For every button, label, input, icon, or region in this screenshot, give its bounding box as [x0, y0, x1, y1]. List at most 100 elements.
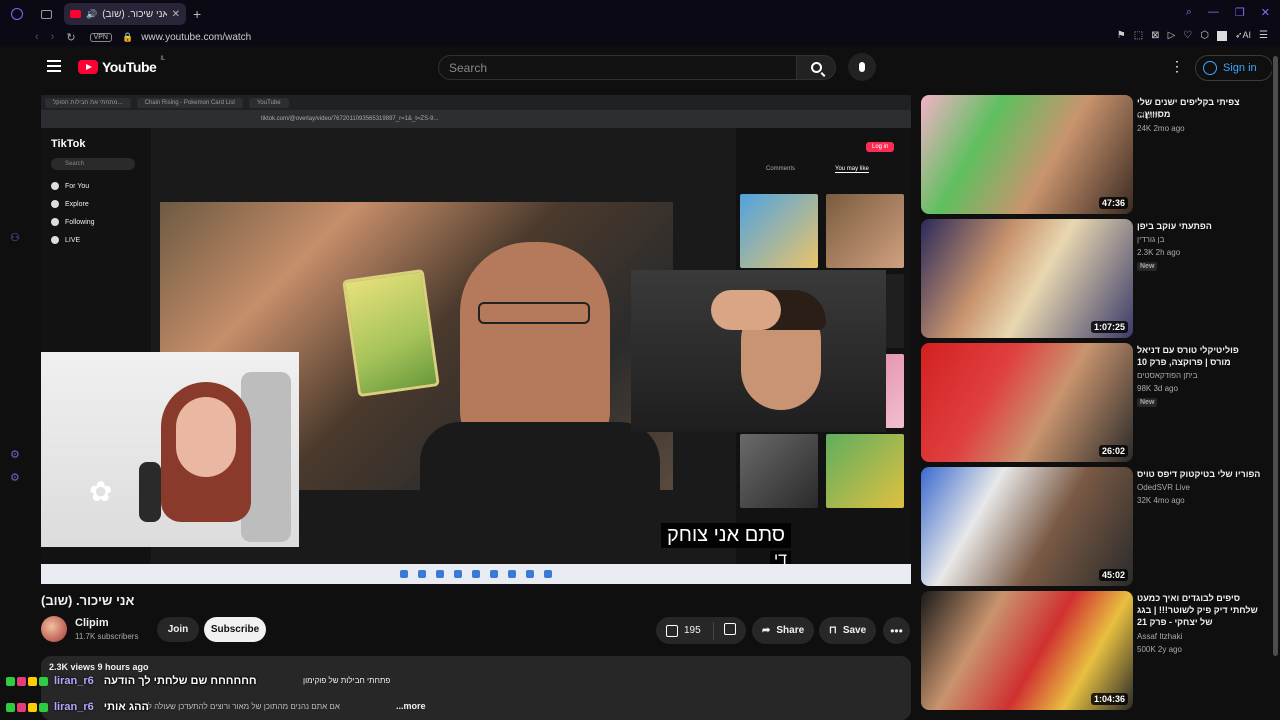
recommended-stats: 2.3K 2h ago: [1137, 248, 1181, 257]
sidebar-gear-icon[interactable]: ⚙: [10, 448, 22, 461]
badge-icon: [6, 676, 15, 686]
channel-name[interactable]: Clipim: [75, 617, 109, 629]
tiktok-nav-label: Following: [65, 218, 95, 226]
video-thumbnail[interactable]: 1:07:25: [921, 219, 1133, 338]
extension-icons: ⚑ ⬚ ⊠ ▷ ♡ ⬡ ➶AI ☰: [1117, 30, 1268, 41]
vpn-badge[interactable]: VPN: [89, 32, 112, 42]
save-button[interactable]: ⊓ Save: [819, 617, 877, 644]
badge-icon: [17, 676, 26, 686]
url-field[interactable]: www.youtube.com/watch: [141, 32, 251, 43]
recommended-channel[interactable]: Assaf Itzhaki: [1137, 632, 1182, 641]
recommended-stats: 500K 2y ago: [1137, 645, 1182, 654]
recommended-channel[interactable]: OdedSVR Live: [1137, 483, 1190, 492]
chat-username: liran_r6: [54, 701, 94, 713]
chat-text: חחחחחח שם שלחתי לך הודעה: [103, 675, 257, 687]
recommended-video[interactable]: 1:04:36 סיפים לבוגדים ואיך כמעט שלחתי די…: [921, 591, 1261, 711]
channel-avatar[interactable]: [41, 616, 67, 642]
recommended-title[interactable]: הפתעתי עוקב ביפן: [1137, 220, 1261, 232]
hamburger-menu-icon[interactable]: [47, 60, 61, 72]
maximize-icon[interactable]: ❐: [1235, 6, 1245, 19]
sidebar-robot-icon[interactable]: ⚇: [10, 231, 22, 244]
inner-tab: Chain Rising - Pokemon Card List: [136, 97, 243, 108]
subscribe-button[interactable]: Subscribe: [204, 617, 266, 642]
more-actions-button[interactable]: •••: [883, 617, 910, 644]
recommended-stats: 98K 3d ago: [1137, 384, 1178, 393]
description-more-link[interactable]: ...more: [396, 701, 426, 711]
taskbar-icon: [418, 570, 426, 578]
browser-logo-icon[interactable]: [11, 8, 23, 20]
tab-list-icon[interactable]: [41, 9, 52, 19]
sidebar-settings-icon[interactable]: ⚙: [10, 471, 22, 484]
search-button[interactable]: [796, 55, 836, 80]
new-tab-button[interactable]: +: [193, 6, 201, 22]
profile-box-icon[interactable]: [1216, 30, 1227, 41]
screenshot-icon[interactable]: ⬚: [1134, 30, 1143, 41]
join-button[interactable]: Join: [157, 617, 199, 642]
lock-icon[interactable]: 🔒: [122, 32, 133, 43]
recommended-video[interactable]: 47:36 צפיתי בקליפים ישנים שלי מסוויץ... …: [921, 95, 1261, 215]
search-box: [438, 55, 798, 80]
ai-button[interactable]: ➶AI: [1235, 30, 1251, 41]
taskbar-icon: [436, 570, 444, 578]
recommended-title[interactable]: פוליטיקלי טורס עם דניאל מורס | פרוקצה, פ…: [1137, 344, 1261, 368]
subtitle-line-1: סתם אני צוחק: [660, 523, 791, 548]
webcam-face: [176, 397, 236, 477]
video-thumbnail[interactable]: 26:02: [921, 343, 1133, 462]
tiktok-thumb: [826, 194, 904, 268]
recommended-title[interactable]: הפוריו שלי בטיקטוק דיפס טויס: [1137, 468, 1261, 480]
voice-search-button[interactable]: [848, 53, 876, 81]
badge-icon: [39, 676, 48, 686]
search-tabs-icon[interactable]: ⌕: [1186, 6, 1192, 19]
video-thumbnail[interactable]: 1:04:36: [921, 591, 1133, 710]
menu-icon[interactable]: ☰: [1259, 30, 1268, 41]
badge-icon: [17, 702, 26, 712]
video-thumbnail[interactable]: 47:36: [921, 95, 1133, 214]
heart-icon[interactable]: ♡: [1183, 30, 1192, 41]
video-duration: 26:02: [1098, 445, 1128, 457]
badge-icon: [39, 702, 48, 712]
tiktok-thumb: [826, 434, 904, 508]
ai-label: AI: [1242, 30, 1252, 40]
tiktok-nav-item: Explore: [51, 200, 89, 208]
share-button[interactable]: ➦ Share: [752, 617, 815, 644]
scrollbar-thumb[interactable]: [1273, 56, 1278, 656]
video-player[interactable]: מתחתי את חבילות הפוקל... Chain Rising - …: [41, 95, 911, 584]
like-button[interactable]: 195: [656, 621, 714, 640]
inner-browser-tabs: מתחתי את חבילות הפוקל... Chain Rising - …: [41, 95, 911, 110]
reload-icon[interactable]: ↻: [66, 31, 75, 44]
recommended-video[interactable]: 26:02 פוליטיקלי טורס עם דניאל מורס | פרו…: [921, 343, 1261, 463]
youtube-logo[interactable]: YouTube IL: [78, 56, 165, 75]
recommended-title[interactable]: סיפים לבוגדים ואיך כמעט שלחתי דיק פיק לש…: [1137, 592, 1261, 628]
recommended-video[interactable]: 1:07:25 הפתעתי עוקב ביפן בן גורדין 2.3K …: [921, 219, 1261, 339]
bookmark-page-icon[interactable]: ⚑: [1117, 30, 1126, 41]
sign-in-button[interactable]: Sign in: [1195, 55, 1273, 81]
recommended-channel[interactable]: Clipim: [1137, 111, 1159, 120]
video-duration: 45:02: [1098, 569, 1128, 581]
browser-tab-youtube[interactable]: 🔊 אני שיכור. (שוב) - YouTube ✕: [64, 3, 186, 25]
recommended-channel[interactable]: בן גורדין: [1137, 235, 1164, 244]
video-thumbnail[interactable]: 45:02: [921, 467, 1133, 586]
minimize-icon[interactable]: —: [1208, 6, 1219, 19]
settings-kebab-icon[interactable]: ⋮: [1170, 58, 1184, 75]
close-tab-icon[interactable]: ✕: [172, 9, 180, 20]
recommended-video[interactable]: 45:02 הפוריו שלי בטיקטוק דיפס טויס OdedS…: [921, 467, 1261, 587]
microphone-icon: [859, 62, 865, 72]
recommended-channel[interactable]: ביתן הפודקאסטים: [1137, 371, 1198, 380]
forward-icon[interactable]: ›: [51, 31, 55, 44]
tiktok-tabs: Comments You may like: [766, 166, 869, 173]
speaker-icon[interactable]: 🔊: [86, 9, 97, 20]
tiktok-search: Search: [51, 158, 135, 170]
extensions-icon[interactable]: ⬡: [1200, 30, 1209, 41]
webcam-overlay-right: [631, 270, 886, 432]
youtube-favicon-icon: [70, 10, 81, 18]
dislike-button[interactable]: [714, 623, 736, 638]
nav-buttons: ‹ › ↻: [35, 31, 76, 44]
video-duration: 1:07:25: [1090, 321, 1128, 333]
taskbar-icon: [472, 570, 480, 578]
youtube-play-icon: [78, 60, 98, 74]
search-input[interactable]: [439, 56, 797, 79]
player-icon[interactable]: ▷: [1168, 30, 1176, 41]
adblock-icon[interactable]: ⊠: [1151, 30, 1159, 41]
back-icon[interactable]: ‹: [35, 31, 39, 44]
close-window-icon[interactable]: ✕: [1261, 6, 1270, 19]
